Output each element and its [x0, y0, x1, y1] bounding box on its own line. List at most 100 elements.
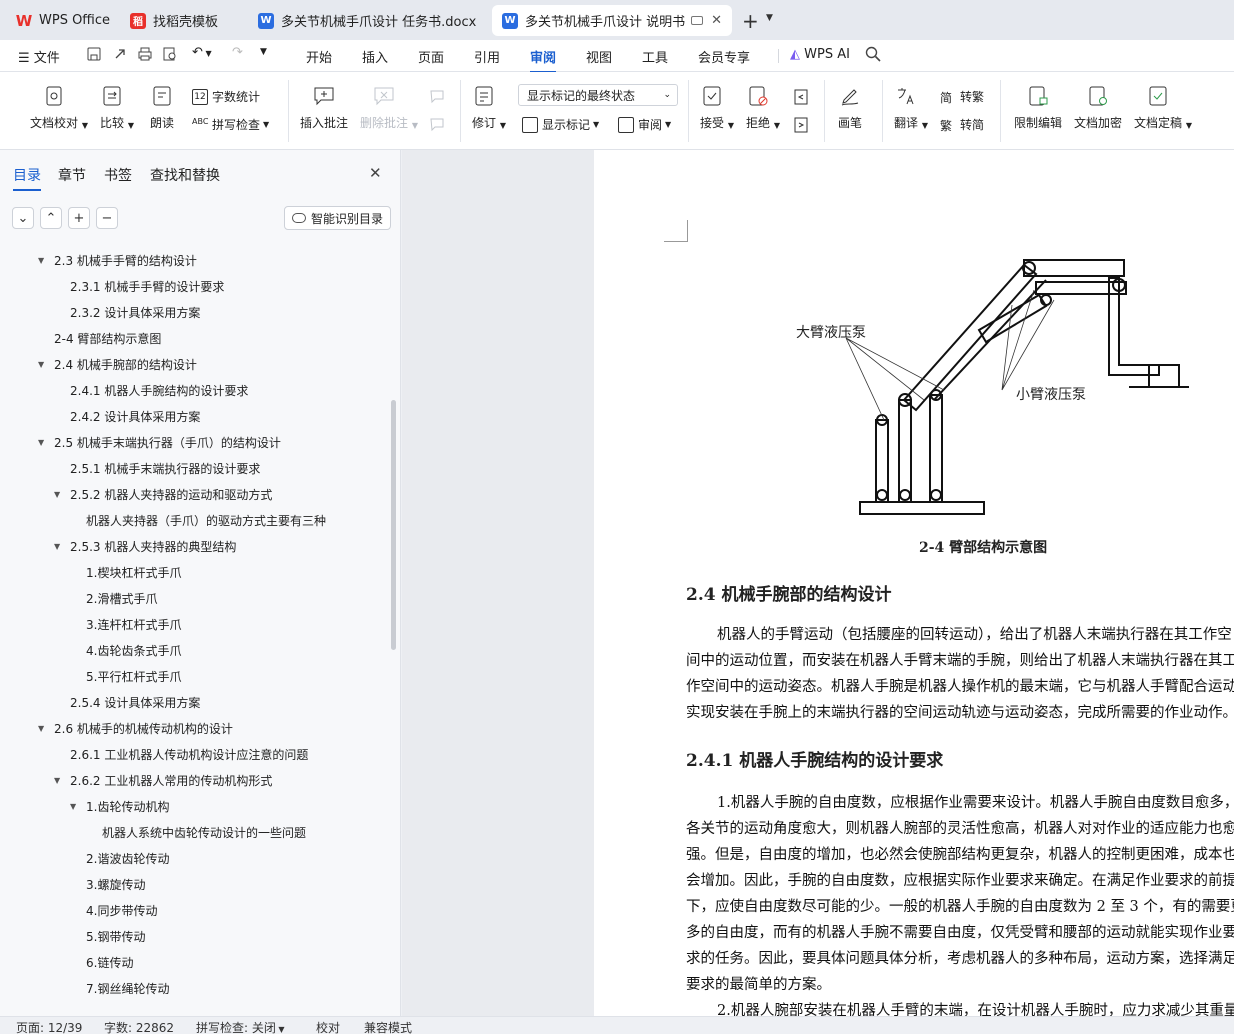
smart-toc-button[interactable]: 智能识别目录: [284, 206, 392, 230]
show-markup-button[interactable]: 显示标记 ▼: [522, 116, 599, 133]
nav-tab-bookmarks[interactable]: 书签: [104, 165, 132, 185]
print-icon[interactable]: [137, 46, 153, 66]
undo-icon[interactable]: ↶ ▼: [192, 45, 212, 60]
toc-item[interactable]: ▼ 1.齿轮传动机构: [70, 796, 169, 816]
reject-button[interactable]: 拒绝 ▼: [746, 84, 780, 131]
encrypt-button[interactable]: 文档加密: [1074, 84, 1122, 131]
add-heading-icon[interactable]: +: [68, 207, 90, 229]
toc-item[interactable]: 机器人系统中齿轮传动设计的一些问题: [86, 822, 306, 842]
expand-triangle-icon[interactable]: ▼: [38, 438, 48, 447]
toc-item[interactable]: ▼ 2.5.3 机器人夹持器的典型结构: [54, 536, 236, 556]
toc-item[interactable]: ▼ 2.5 机械手末端执行器（手爪）的结构设计: [38, 432, 281, 452]
status-page[interactable]: 页面: 12/39: [16, 1019, 82, 1034]
export-icon[interactable]: [112, 46, 128, 66]
quick-access-more-icon[interactable]: ▼: [260, 47, 267, 57]
tab-manual-doc[interactable]: W 多关节机械手爪设计 说明书（ ✕: [492, 5, 732, 36]
toc-item[interactable]: 4.齿轮齿条式手爪: [70, 640, 181, 660]
expand-triangle-icon[interactable]: ▼: [54, 542, 64, 551]
menu-review[interactable]: 审阅: [530, 47, 557, 73]
to-simplified-button[interactable]: 繁转简: [940, 116, 984, 133]
screen-icon[interactable]: [691, 16, 704, 25]
track-changes-button[interactable]: 修订 ▼: [472, 84, 506, 131]
toc-item[interactable]: 2.3.1 机械手手臂的设计要求: [54, 276, 224, 296]
to-traditional-button[interactable]: 简转繁: [940, 88, 984, 105]
nav-tab-find-replace[interactable]: 查找和替换: [150, 165, 220, 185]
expand-triangle-icon[interactable]: ▼: [54, 776, 64, 785]
insert-comment-button[interactable]: 插入批注: [300, 84, 348, 131]
expand-up-icon[interactable]: ⌃: [40, 207, 62, 229]
spell-check-button[interactable]: ABC 拼写检查 ▼: [192, 116, 269, 133]
review-pane-button[interactable]: 审阅 ▼: [618, 116, 671, 133]
compare-button[interactable]: 比较 ▼: [100, 84, 134, 131]
toc-item[interactable]: 2.3.2 设计具体采用方案: [54, 302, 200, 322]
menu-reference[interactable]: 引用: [474, 47, 500, 66]
status-word-count[interactable]: 字数: 22862: [104, 1019, 174, 1034]
save-icon[interactable]: [86, 46, 102, 66]
prev-change-icon[interactable]: [792, 88, 810, 106]
tab-template[interactable]: 稻 找稻壳模板: [120, 5, 244, 36]
menu-wps-ai[interactable]: ◭ WPS AI: [790, 47, 850, 62]
expand-triangle-icon[interactable]: ▼: [38, 256, 48, 265]
toc-item[interactable]: 4.同步带传动: [70, 900, 157, 920]
expand-triangle-icon[interactable]: ▼: [70, 802, 80, 811]
doc-proof-button[interactable]: 文档校对 ▼: [30, 84, 88, 131]
menu-member[interactable]: 会员专享: [698, 47, 750, 66]
chevron-down-icon[interactable]: ▼: [766, 13, 773, 23]
menu-view[interactable]: 视图: [586, 47, 612, 66]
translate-button[interactable]: 翻译 ▼: [894, 84, 928, 131]
menu-page[interactable]: 页面: [418, 47, 444, 66]
toc-item[interactable]: 7.钢丝绳轮传动: [70, 978, 169, 998]
delete-comment-button[interactable]: 删除批注 ▼: [360, 84, 418, 131]
markup-select[interactable]: 显示标记的最终状态 ⌄: [518, 84, 678, 106]
menu-file[interactable]: ☰ 文件: [18, 47, 60, 66]
search-icon[interactable]: [864, 45, 882, 67]
tab-wps-office[interactable]: W WPS Office: [6, 5, 116, 36]
menu-start[interactable]: 开始: [306, 47, 332, 66]
toc-item[interactable]: 6.链传动: [70, 952, 133, 972]
menu-tools[interactable]: 工具: [642, 47, 668, 66]
tab-task-doc[interactable]: W 多关节机械手爪设计 任务书.docx: [248, 5, 488, 36]
prev-comment-icon[interactable]: [428, 88, 446, 106]
accept-button[interactable]: 接受 ▼: [700, 84, 734, 131]
toc-item[interactable]: ▼ 2.6.2 工业机器人常用的传动机构形式: [54, 770, 272, 790]
pen-button[interactable]: 画笔: [838, 84, 862, 131]
nav-tab-chapters[interactable]: 章节: [58, 165, 86, 185]
next-comment-icon[interactable]: [428, 116, 446, 134]
toc-item[interactable]: 5.钢带传动: [70, 926, 145, 946]
toc-item[interactable]: 2.6.1 工业机器人传动机构设计应注意的问题: [54, 744, 308, 764]
expand-triangle-icon[interactable]: ▼: [54, 490, 64, 499]
toc-scrollbar[interactable]: [391, 400, 396, 650]
toc-item[interactable]: ▼ 2.5.2 机器人夹持器的运动和驱动方式: [54, 484, 272, 504]
toc-item[interactable]: 2.4.1 机器人手腕结构的设计要求: [54, 380, 248, 400]
toc-item[interactable]: ▼ 2.3 机械手手臂的结构设计: [38, 250, 197, 270]
nav-tab-toc[interactable]: 目录: [13, 165, 41, 191]
close-tab-icon[interactable]: ✕: [711, 13, 722, 28]
toc-item[interactable]: 2.5.4 设计具体采用方案: [54, 692, 200, 712]
toc-item[interactable]: 5.平行杠杆式手爪: [70, 666, 181, 686]
expand-triangle-icon[interactable]: ▼: [38, 724, 48, 733]
restrict-edit-button[interactable]: 限制编辑: [1014, 84, 1062, 131]
finalize-button[interactable]: 文档定稿 ▼: [1134, 84, 1192, 131]
toc-item[interactable]: 2.滑槽式手爪: [70, 588, 157, 608]
toc-item[interactable]: 2.5.1 机械手末端执行器的设计要求: [54, 458, 260, 478]
expand-triangle-icon[interactable]: ▼: [38, 360, 48, 369]
status-spell-check[interactable]: 拼写检查: 关闭 ▼: [196, 1019, 285, 1034]
print-preview-icon[interactable]: [162, 46, 178, 66]
new-tab-button[interactable]: +: [742, 9, 759, 33]
toc-item[interactable]: 3.连杆杠杆式手爪: [70, 614, 181, 634]
toc-item[interactable]: 2-4 臂部结构示意图: [38, 328, 161, 348]
redo-icon[interactable]: ↷: [232, 45, 243, 60]
collapse-all-icon[interactable]: ⌄: [12, 207, 34, 229]
toc-item[interactable]: 2.谐波齿轮传动: [70, 848, 169, 868]
toc-item[interactable]: ▼ 2.6 机械手的机械传动机构的设计: [38, 718, 233, 738]
close-pane-icon[interactable]: ✕: [369, 164, 382, 182]
toc-item[interactable]: ▼ 2.4 机械手腕部的结构设计: [38, 354, 197, 374]
next-change-icon[interactable]: [792, 116, 810, 134]
menu-insert[interactable]: 插入: [362, 47, 388, 66]
remove-heading-icon[interactable]: −: [96, 207, 118, 229]
toc-item[interactable]: 1.楔块杠杆式手爪: [70, 562, 181, 582]
toc-item[interactable]: 机器人夹持器（手爪）的驱动方式主要有三种: [70, 510, 326, 530]
word-count-button[interactable]: 12 字数统计: [192, 88, 260, 105]
toc-item[interactable]: 2.4.2 设计具体采用方案: [54, 406, 200, 426]
toc-item[interactable]: 3.螺旋传动: [70, 874, 145, 894]
